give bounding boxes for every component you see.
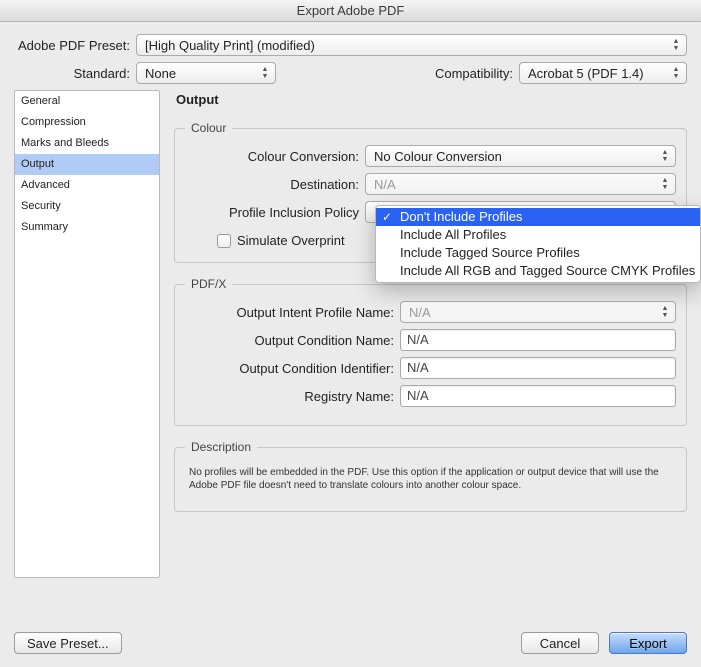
profile-policy-label: Profile Inclusion Policy — [185, 205, 365, 220]
simulate-overprint-label: Simulate Overprint — [237, 233, 345, 248]
sidebar-item-summary[interactable]: Summary — [15, 217, 159, 238]
popup-item-include-tagged[interactable]: Include Tagged Source Profiles — [376, 244, 700, 262]
save-preset-button[interactable]: Save Preset... — [14, 632, 122, 654]
sidebar-item-advanced[interactable]: Advanced — [15, 175, 159, 196]
stepper-arrows-icon: ▲▼ — [258, 65, 272, 81]
description-legend: Description — [185, 440, 257, 454]
sidebar-item-marks[interactable]: Marks and Bleeds — [15, 133, 159, 154]
description-text: No profiles will be embedded in the PDF.… — [185, 464, 676, 494]
output-condition-id-field[interactable]: N/A — [400, 357, 676, 379]
stepper-arrows-icon: ▲▼ — [658, 148, 672, 164]
profile-policy-popup: ✓ Don't Include Profiles Include All Pro… — [375, 205, 701, 283]
preset-value: [High Quality Print] (modified) — [145, 38, 315, 53]
compat-label: Compatibility: — [435, 66, 519, 81]
destination-label: Destination: — [185, 177, 365, 192]
destination-select: N/A ▲▼ — [365, 173, 676, 195]
pdfx-legend: PDF/X — [185, 277, 232, 291]
output-condition-id-label: Output Condition Identifier: — [185, 361, 400, 376]
stepper-arrows-icon: ▲▼ — [669, 65, 683, 81]
standard-select[interactable]: None ▲▼ — [136, 62, 276, 84]
stepper-arrows-icon: ▲▼ — [658, 304, 672, 320]
sidebar-item-compression[interactable]: Compression — [15, 112, 159, 133]
colour-conversion-label: Colour Conversion: — [185, 149, 365, 164]
stepper-arrows-icon: ▲▼ — [658, 176, 672, 192]
destination-value: N/A — [374, 177, 396, 192]
stepper-arrows-icon: ▲▼ — [669, 37, 683, 53]
export-button[interactable]: Export — [609, 632, 687, 654]
popup-item-dont-include[interactable]: ✓ Don't Include Profiles — [376, 208, 700, 226]
colour-conversion-value: No Colour Conversion — [374, 149, 502, 164]
compat-select[interactable]: Acrobat 5 (PDF 1.4) ▲▼ — [519, 62, 687, 84]
preset-select[interactable]: [High Quality Print] (modified) ▲▼ — [136, 34, 687, 56]
output-condition-name-field[interactable]: N/A — [400, 329, 676, 351]
colour-legend: Colour — [185, 121, 232, 135]
popup-item-include-all[interactable]: Include All Profiles — [376, 226, 700, 244]
pdfx-group: PDF/X Output Intent Profile Name: N/A ▲▼… — [174, 277, 687, 426]
standard-value: None — [145, 66, 176, 81]
sidebar-item-output[interactable]: Output — [15, 154, 159, 175]
popup-item-include-rgb-cmyk[interactable]: Include All RGB and Tagged Source CMYK P… — [376, 262, 700, 280]
window-title: Export Adobe PDF — [297, 3, 405, 18]
category-sidebar: General Compression Marks and Bleeds Out… — [14, 90, 160, 578]
preset-label: Adobe PDF Preset: — [14, 38, 136, 53]
simulate-overprint-checkbox[interactable] — [217, 234, 231, 248]
standard-label: Standard: — [14, 66, 136, 81]
output-intent-value: N/A — [409, 305, 431, 320]
window-titlebar: Export Adobe PDF — [0, 0, 701, 22]
sidebar-item-security[interactable]: Security — [15, 196, 159, 217]
output-intent-label: Output Intent Profile Name: — [185, 305, 400, 320]
registry-name-label: Registry Name: — [185, 389, 400, 404]
description-group: Description No profiles will be embedded… — [174, 440, 687, 512]
check-icon: ✓ — [382, 210, 392, 224]
output-condition-name-label: Output Condition Name: — [185, 333, 400, 348]
compat-value: Acrobat 5 (PDF 1.4) — [528, 66, 644, 81]
colour-conversion-select[interactable]: No Colour Conversion ▲▼ — [365, 145, 676, 167]
output-intent-select: N/A ▲▼ — [400, 301, 676, 323]
panel-title: Output — [176, 92, 687, 107]
registry-name-field[interactable]: N/A — [400, 385, 676, 407]
sidebar-item-general[interactable]: General — [15, 91, 159, 112]
cancel-button[interactable]: Cancel — [521, 632, 599, 654]
